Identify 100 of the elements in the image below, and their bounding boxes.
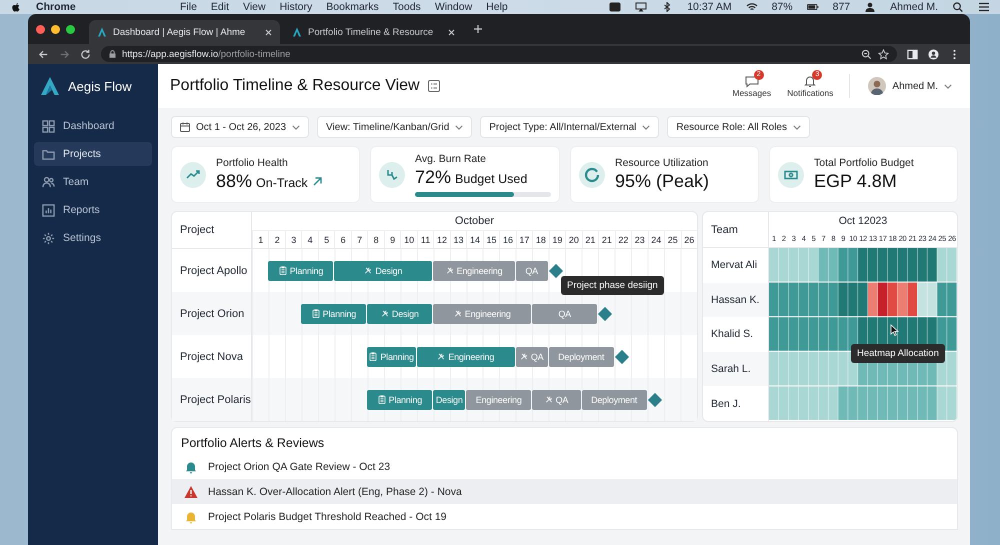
day-label: 10 — [400, 231, 417, 248]
menu-item[interactable]: History — [280, 1, 312, 13]
day-label: 26 — [680, 231, 697, 248]
page-title: Portfolio Timeline & Resource View — [170, 77, 420, 95]
apple-icon[interactable] — [10, 2, 22, 12]
profile-icon[interactable] — [928, 48, 939, 60]
kpi-value: 95% (Peak) — [615, 171, 710, 192]
minimize-window-button[interactable] — [51, 24, 60, 34]
tools-icon — [446, 266, 454, 275]
browser-tab[interactable]: Dashboard | Aegis Flow | Ahme — [89, 20, 280, 44]
settings-icon — [42, 232, 55, 244]
back-icon[interactable] — [38, 48, 49, 60]
kpi-value: 88% — [216, 171, 252, 192]
kpi-label: Avg. Burn Rate — [415, 152, 488, 164]
cash-icon — [778, 162, 804, 188]
side-panel-icon[interactable] — [907, 48, 918, 60]
filter-dropdown[interactable]: Resource Role: All Roles — [667, 116, 810, 138]
list-icon[interactable] — [428, 80, 440, 92]
kpi-value: 72% — [415, 166, 452, 188]
phase-bar[interactable]: Design — [433, 390, 466, 410]
team-member-name: Khalid S. — [710, 327, 754, 342]
day-label: 3 — [284, 231, 302, 248]
project-name: Project Orion — [172, 292, 252, 335]
bell-icon — [184, 460, 198, 474]
lock-icon — [109, 50, 116, 58]
wifi-icon[interactable] — [746, 2, 758, 12]
person-icon[interactable] — [864, 2, 876, 12]
clipboard-icon — [369, 352, 378, 361]
day-label: 6 — [334, 231, 351, 248]
menu-item[interactable]: File — [180, 1, 197, 13]
day-label: 11 — [416, 231, 434, 248]
column-header: Team — [703, 212, 768, 248]
project-name: Project Polaris — [172, 378, 252, 421]
airplay-icon[interactable] — [635, 2, 648, 12]
warning-icon — [184, 484, 198, 498]
battery-icon[interactable] — [806, 2, 819, 12]
menubar-user[interactable]: Ahmed M. — [890, 1, 938, 13]
sidebar-item[interactable]: Reports — [34, 198, 152, 222]
day-label: 21 — [582, 231, 598, 248]
day-label: 16 — [499, 231, 516, 248]
day-label: 18 — [532, 231, 549, 248]
alert-item[interactable]: Project Orion QA Gate Review - Oct 23 — [172, 454, 957, 479]
menu-item[interactable]: View — [243, 1, 266, 13]
clock[interactable]: 10:37 AM — [687, 1, 732, 13]
day-label: 17 — [516, 231, 532, 248]
sidebar-item[interactable]: Dashboard — [34, 114, 152, 138]
month-label: Oct 12023 — [838, 214, 888, 229]
menu-item[interactable]: Edit — [210, 1, 230, 13]
kpi-label: Total Portfolio Budget — [814, 157, 914, 169]
phase-bar[interactable]: Engineering — [416, 346, 515, 366]
phase-bar[interactable]: Planning — [367, 390, 432, 410]
caret-icon — [642, 124, 650, 130]
bell-icon — [803, 74, 818, 88]
list-icon[interactable] — [978, 2, 990, 12]
day-label: 20 — [565, 231, 582, 248]
people-icon — [42, 176, 55, 188]
filter-dropdown[interactable]: View: Timeline/Kanban/Grid — [317, 116, 472, 138]
menu-item[interactable]: Chrome — [36, 1, 166, 13]
menu-item[interactable]: Bookmarks — [326, 1, 379, 13]
sidebar-item[interactable]: Projects — [34, 142, 152, 166]
phase-bar[interactable]: Planning — [268, 260, 334, 280]
day-label: 15 — [482, 231, 500, 248]
menu-item[interactable]: Toods — [392, 1, 421, 13]
browser-tab[interactable]: Portfolio Timeline & Resource — [284, 20, 463, 44]
search-icon[interactable] — [952, 2, 964, 12]
battery-percent: 87% — [772, 1, 793, 13]
alert-item[interactable]: Hassan K. Over-Allocation Alert (Eng, Phase 2) - Nova — [172, 479, 957, 504]
team-member-name: Sarah L. — [703, 352, 768, 386]
trend-icon — [180, 162, 206, 188]
folder-icon — [42, 148, 55, 160]
caret-icon — [292, 124, 300, 130]
menu-item[interactable]: Help — [486, 1, 508, 13]
sidebar-item[interactable]: Settings — [34, 226, 152, 250]
caret-icon — [793, 124, 801, 130]
menu-item[interactable]: Window — [434, 1, 472, 13]
phase-bar[interactable]: Design — [334, 260, 432, 280]
day-label: 13 — [450, 231, 466, 248]
day-label: 4 — [301, 231, 318, 248]
star-icon[interactable] — [878, 48, 889, 60]
phase-bar[interactable]: Planning — [367, 346, 416, 366]
team-member-name: Hassan K. — [703, 282, 768, 318]
address-bar[interactable]: https://app.aegisflow.io/portfolio-timeline — [101, 46, 897, 62]
close-icon[interactable] — [265, 28, 272, 36]
filter-dropdown[interactable]: Oct 1 - Oct 26, 2023 — [171, 116, 310, 138]
phase-bar[interactable]: Design — [367, 304, 432, 324]
column-header: Project — [172, 212, 252, 248]
team-member-name: Ben J. — [710, 396, 742, 412]
caret-icon — [944, 84, 952, 88]
alert-item[interactable]: Project Polaris Budget Threshold Reached - Oct 19 — [172, 504, 957, 529]
new-tab-icon[interactable] — [473, 24, 483, 34]
forward-icon[interactable] — [59, 48, 70, 60]
filter-dropdown[interactable]: Project Type: All/Internal/External — [480, 116, 660, 138]
sidebar-item[interactable]: Team — [34, 170, 152, 194]
zoom-icon[interactable] — [861, 48, 872, 60]
close-window-button[interactable] — [36, 24, 45, 34]
user-menu[interactable]: Ahmed M. — [862, 76, 958, 96]
phase-bar[interactable]: Planning — [301, 304, 366, 324]
close-icon[interactable] — [448, 28, 455, 36]
reload-icon[interactable] — [80, 48, 91, 60]
maximize-window-button[interactable] — [66, 24, 75, 34]
